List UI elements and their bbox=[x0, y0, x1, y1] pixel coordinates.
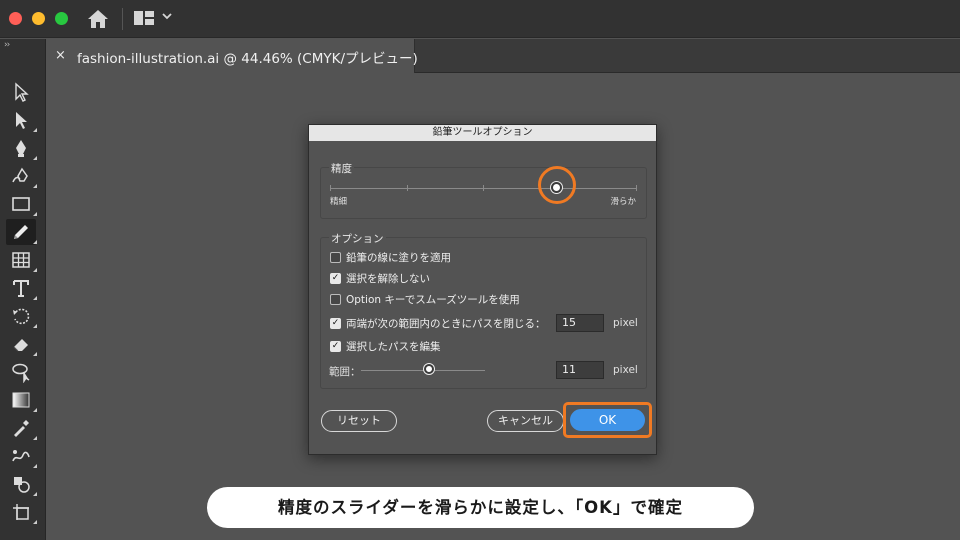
gradient-tool-icon[interactable] bbox=[6, 387, 37, 413]
ok-button-highlight bbox=[563, 402, 652, 438]
home-icon[interactable] bbox=[86, 8, 110, 30]
close-window-button[interactable] bbox=[9, 12, 22, 25]
artboard-tool-icon[interactable] bbox=[6, 499, 37, 525]
range-label: 範囲： bbox=[329, 366, 361, 378]
rotate-tool-icon[interactable] bbox=[6, 303, 37, 329]
pencil-tool-icon[interactable] bbox=[6, 219, 37, 245]
grid-tool-icon[interactable] bbox=[6, 247, 37, 273]
tools-panel: ›› bbox=[0, 39, 46, 540]
slider-tick bbox=[483, 185, 484, 191]
chevron-down-icon[interactable] bbox=[161, 10, 173, 22]
rectangle-tool-icon[interactable] bbox=[6, 191, 37, 217]
range-input[interactable]: 11 bbox=[556, 361, 604, 379]
fidelity-left-label: 精細 bbox=[330, 197, 348, 207]
blend-tool-icon[interactable] bbox=[6, 443, 37, 469]
slider-tick bbox=[636, 185, 637, 191]
range-unit: pixel bbox=[613, 364, 638, 376]
checkbox-box[interactable]: ✓ bbox=[330, 272, 341, 284]
document-tab[interactable]: × fashion-illustration.ai @ 44.46% (CMYK… bbox=[47, 39, 418, 73]
checkbox-close-paths[interactable]: ✓ 両端が次の範囲内のときにパスを閉じる： bbox=[330, 316, 546, 330]
window-titlebar bbox=[0, 0, 960, 38]
type-tool-icon[interactable] bbox=[6, 275, 37, 301]
slider-tick bbox=[330, 185, 331, 191]
checkbox-label: 選択を解除しない bbox=[346, 272, 430, 285]
checkbox-label: 鉛筆の線に塗りを適用 bbox=[346, 251, 451, 264]
curvature-tool-icon[interactable] bbox=[6, 163, 37, 189]
checkbox-option-smooth[interactable]: Option キーでスムーズツールを使用 bbox=[330, 292, 520, 306]
slider-tick bbox=[407, 185, 408, 191]
selection-tool-icon[interactable] bbox=[6, 79, 36, 105]
document-tab-bar: × fashion-illustration.ai @ 44.46% (CMYK… bbox=[47, 39, 960, 73]
lasso-tool-icon[interactable] bbox=[6, 359, 36, 385]
shape-builder-tool-icon[interactable] bbox=[6, 471, 37, 497]
titlebar-separator bbox=[122, 8, 123, 30]
fidelity-group: 精度 精細 滑らか bbox=[320, 161, 647, 219]
fidelity-knob-highlight bbox=[538, 166, 576, 204]
close-paths-unit: pixel bbox=[613, 317, 638, 329]
checkbox-box[interactable]: ✓ bbox=[330, 317, 341, 329]
checkbox-keep-selected[interactable]: ✓ 選択を解除しない bbox=[330, 271, 430, 285]
cancel-button[interactable]: キャンセル bbox=[487, 410, 564, 432]
checkbox-box[interactable] bbox=[330, 251, 341, 263]
close-paths-input[interactable]: 15 bbox=[556, 314, 604, 332]
dialog-title: 鉛筆ツールオプション bbox=[309, 125, 656, 141]
pen-tool-icon[interactable] bbox=[6, 135, 37, 161]
checkbox-edit-selected[interactable]: ✓ 選択したパスを編集 bbox=[330, 339, 441, 353]
document-tab-title: fashion-illustration.ai @ 44.46% (CMYK/プ… bbox=[77, 51, 418, 67]
workspace-layout-icon[interactable] bbox=[133, 10, 155, 26]
collapse-panel-button[interactable]: ›› bbox=[4, 40, 10, 50]
eraser-tool-icon[interactable] bbox=[6, 331, 37, 357]
checkbox-label: Option キーでスムーズツールを使用 bbox=[346, 293, 520, 306]
tutorial-caption: 精度のスライダーを滑らかに設定し、「OK」で確定 bbox=[207, 487, 754, 528]
checkbox-label: 両端が次の範囲内のときにパスを閉じる： bbox=[346, 317, 546, 330]
options-label: オプション bbox=[329, 231, 386, 246]
checkbox-label: 選択したパスを編集 bbox=[346, 340, 441, 353]
minimize-window-button[interactable] bbox=[32, 12, 45, 25]
checkbox-box[interactable]: ✓ bbox=[330, 340, 341, 352]
range-slider-track[interactable] bbox=[361, 370, 485, 371]
reset-button[interactable]: リセット bbox=[321, 410, 397, 432]
checkbox-apply-fill[interactable]: 鉛筆の線に塗りを適用 bbox=[330, 250, 451, 264]
zoom-window-button[interactable] bbox=[55, 12, 68, 25]
direct-selection-tool-icon[interactable] bbox=[6, 107, 37, 133]
checkbox-box[interactable] bbox=[330, 293, 341, 305]
fidelity-label: 精度 bbox=[329, 161, 354, 176]
fidelity-right-label: 滑らか bbox=[610, 197, 636, 207]
eyedropper-tool-icon[interactable] bbox=[6, 415, 37, 441]
close-tab-icon[interactable]: × bbox=[55, 48, 66, 63]
